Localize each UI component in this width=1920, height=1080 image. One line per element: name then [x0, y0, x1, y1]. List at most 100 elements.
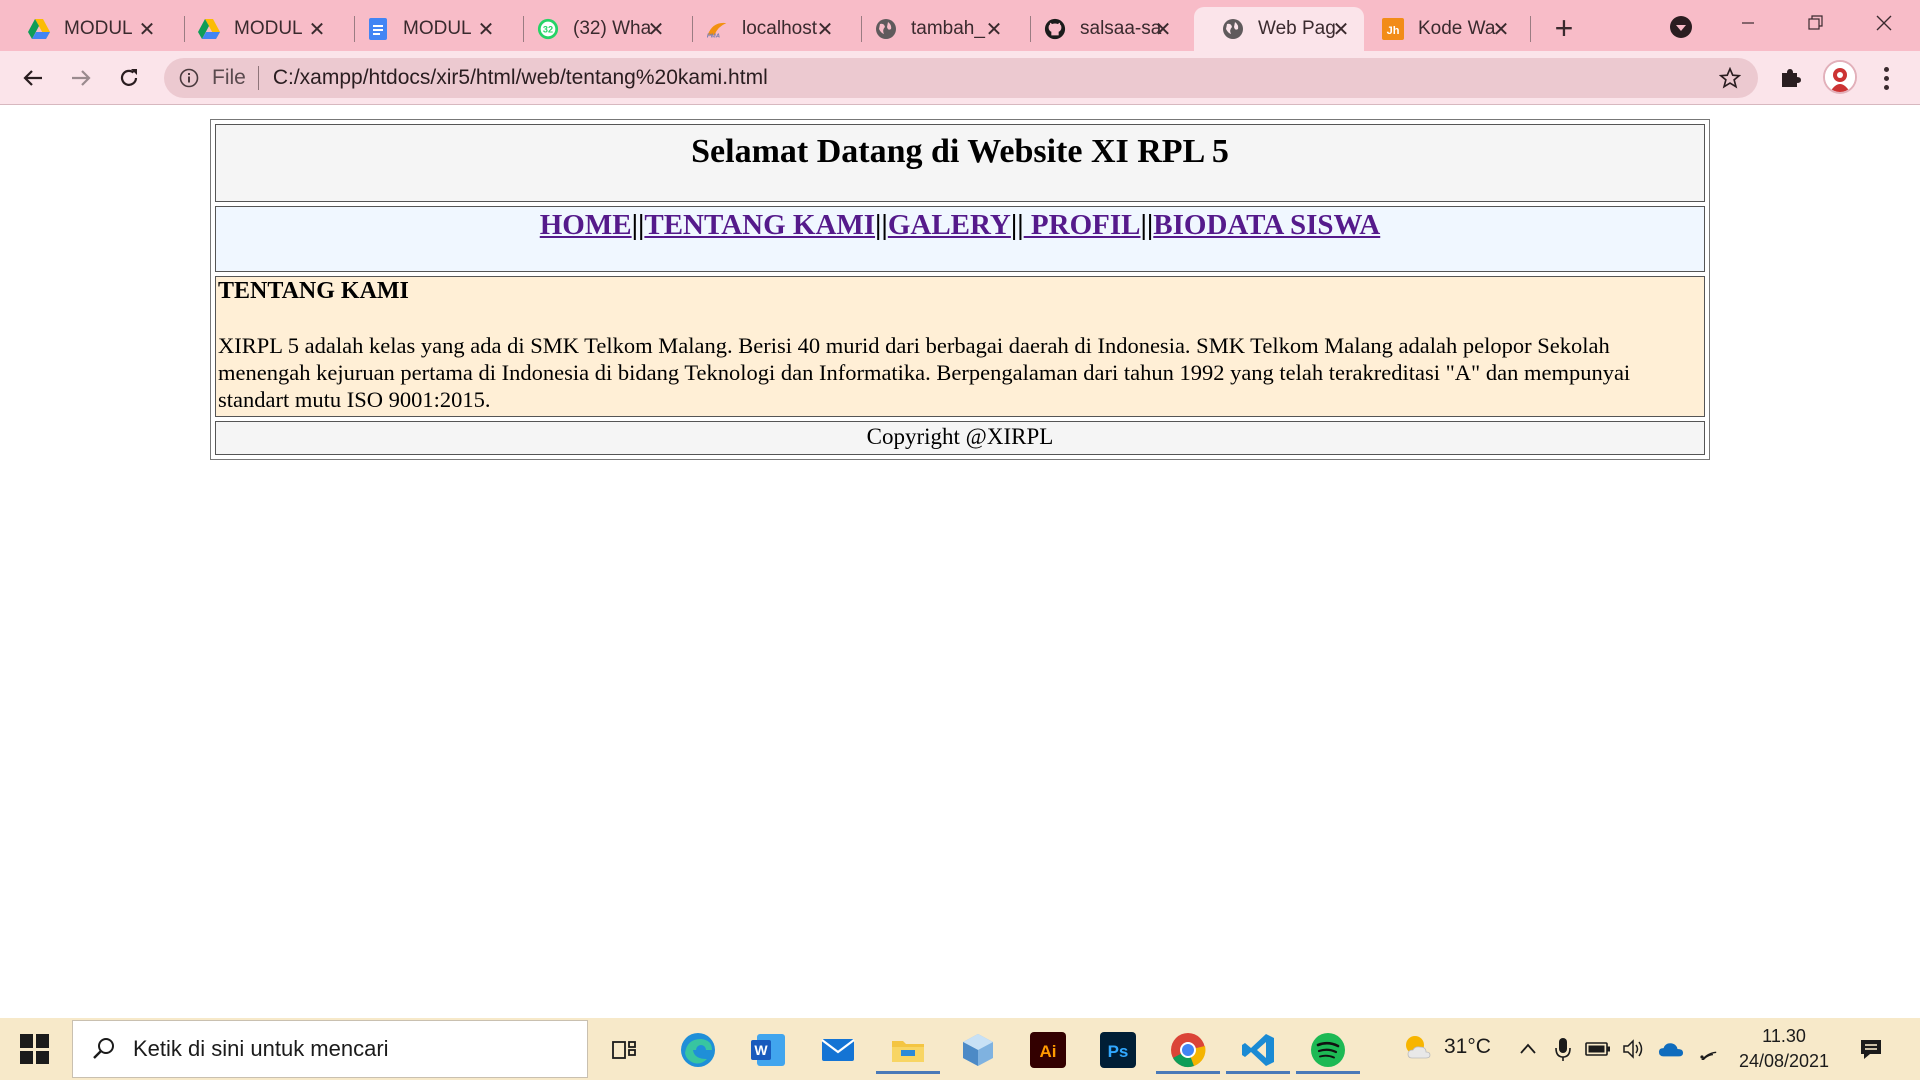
close-window-button[interactable]: [1864, 6, 1904, 40]
tab-modul-1[interactable]: MODUL ✕: [0, 7, 170, 51]
taskbar-search-box[interactable]: Ketik di sini untuk mencari: [72, 1020, 588, 1078]
restore-button[interactable]: [1796, 6, 1836, 40]
close-icon[interactable]: ✕: [1152, 18, 1174, 41]
close-icon[interactable]: ✕: [645, 18, 667, 41]
tab-web-page-active[interactable]: Web Pag ✕: [1194, 7, 1364, 51]
nav-link-profil[interactable]: PROFIL: [1024, 209, 1141, 241]
tab-kode-warna[interactable]: Jh Kode Wa ✕: [1354, 7, 1524, 51]
arrow-left-icon: [23, 70, 42, 86]
taskbar-app-spotify[interactable]: [1296, 1026, 1360, 1074]
close-icon[interactable]: ✕: [1490, 18, 1512, 41]
browser-toolbar: File C:/xampp/htdocs/xir5/html/web/tenta…: [0, 51, 1920, 105]
nav-separator: ||: [875, 209, 888, 241]
nav-link-biodata-siswa[interactable]: BIODATA SISWA: [1153, 209, 1380, 241]
search-placeholder: Ketik di sini untuk mencari: [133, 1036, 389, 1061]
new-tab-button[interactable]: +: [1546, 10, 1582, 46]
content-heading: TENTANG KAMI: [218, 278, 409, 304]
spotify-icon: [1311, 1033, 1345, 1067]
volume-icon[interactable]: [1621, 1036, 1647, 1062]
onedrive-cloud-icon[interactable]: [1658, 1036, 1684, 1062]
menu-dot: [1883, 66, 1889, 72]
minimize-button[interactable]: [1728, 6, 1768, 40]
page-title: Selamat Datang di Website XI RPL 5: [691, 133, 1229, 170]
taskbar-app-vscode[interactable]: [1226, 1026, 1290, 1074]
taskbar-app-word[interactable]: W: [744, 1026, 792, 1074]
url-text[interactable]: C:/xampp/htdocs/xir5/html/web/tentang%20…: [273, 66, 768, 90]
windows-logo-icon: [36, 1034, 49, 1048]
tab-modul-3[interactable]: MODUL ✕: [339, 7, 509, 51]
nav-cell: HOME||TENTANG KAMI||GALERY|| PROFIL||BIO…: [215, 206, 1705, 272]
phpmyadmin-icon: PMA: [706, 18, 728, 40]
task-view-button[interactable]: [600, 1026, 648, 1074]
svg-text:32: 32: [543, 25, 553, 35]
url-scheme-label: File: [212, 66, 246, 89]
vscode-icon: [1242, 1034, 1274, 1066]
photoshop-icon: Ps: [1100, 1032, 1136, 1068]
address-bar[interactable]: File C:/xampp/htdocs/xir5/html/web/tenta…: [164, 58, 1758, 98]
close-icon: [1876, 15, 1892, 31]
active-app-indicator: [876, 1071, 940, 1074]
word-icon: W: [751, 1034, 785, 1066]
windows-logo-icon: [36, 1050, 49, 1064]
system-clock[interactable]: 11.30 24/08/2021: [1730, 1024, 1838, 1074]
search-icon: [89, 1034, 119, 1064]
reload-icon: [120, 69, 138, 86]
nav-link-home[interactable]: HOME: [540, 209, 632, 241]
taskbar-app-file-explorer[interactable]: [876, 1026, 940, 1074]
nav-link-galery[interactable]: GALERY: [888, 209, 1011, 241]
close-icon[interactable]: ✕: [475, 18, 497, 41]
google-docs-icon: [367, 18, 389, 40]
extensions-puzzle-icon[interactable]: [1775, 63, 1805, 93]
tab-github[interactable]: salsaa-sa ✕: [1016, 7, 1186, 51]
close-icon[interactable]: ✕: [136, 18, 158, 41]
info-icon[interactable]: [178, 67, 200, 89]
weather-temperature: 31°C: [1444, 1035, 1491, 1058]
partly-sunny-icon: [1406, 1036, 1431, 1059]
notification-icon: [1861, 1040, 1881, 1059]
github-icon: [1044, 18, 1066, 40]
illustrator-icon: Ai: [1030, 1032, 1066, 1068]
edge-icon: [681, 1033, 715, 1067]
start-button[interactable]: [20, 1034, 50, 1064]
wifi-icon[interactable]: [1695, 1036, 1721, 1062]
forward-button[interactable]: [64, 61, 98, 95]
html-code-icon: Jh: [1382, 18, 1404, 40]
tab-search-button[interactable]: [1666, 12, 1696, 42]
tab-tambah[interactable]: tambah_ ✕: [847, 7, 1017, 51]
close-icon[interactable]: ✕: [814, 18, 836, 41]
mail-icon: [821, 1039, 855, 1061]
content-paragraph: XIRPL 5 adalah kelas yang ada di SMK Tel…: [218, 333, 1631, 412]
taskbar-app-mail[interactable]: [814, 1026, 862, 1074]
minimize-icon: [1742, 22, 1754, 24]
taskbar-app-photoshop[interactable]: Ps: [1094, 1026, 1142, 1074]
back-button[interactable]: [16, 61, 50, 95]
taskbar-app-edge[interactable]: [674, 1026, 722, 1074]
close-icon[interactable]: ✕: [1330, 18, 1352, 41]
tab-modul-2[interactable]: MODUL ✕: [170, 7, 340, 51]
bookmark-star-icon[interactable]: [1718, 66, 1742, 90]
globe-icon: [875, 18, 897, 40]
browser-tab-strip: MODUL ✕ MODUL ✕ MODUL ✕ 32 (32) Wha ✕ PM…: [0, 0, 1920, 51]
svg-text:PMA: PMA: [707, 33, 720, 39]
close-icon[interactable]: ✕: [306, 18, 328, 41]
profile-avatar[interactable]: [1823, 60, 1857, 94]
taskbar-app-chrome[interactable]: [1156, 1026, 1220, 1074]
close-icon[interactable]: ✕: [983, 18, 1005, 41]
show-hidden-icons-button[interactable]: [1515, 1036, 1541, 1062]
notification-center-button[interactable]: [1856, 1034, 1886, 1064]
taskbar-app-3d-viewer[interactable]: [954, 1026, 1002, 1074]
chevron-up-icon: [1520, 1043, 1536, 1054]
tab-whatsapp[interactable]: 32 (32) Wha ✕: [509, 7, 679, 51]
nav-link-tentang-kami[interactable]: TENTANG KAMI: [644, 209, 875, 241]
taskbar-app-illustrator[interactable]: Ai: [1024, 1026, 1072, 1074]
tab-localhost[interactable]: PMA localhost ✕: [678, 7, 848, 51]
battery-icon[interactable]: [1585, 1036, 1611, 1062]
reload-button[interactable]: [112, 61, 146, 95]
3d-viewer-icon: [963, 1034, 993, 1066]
weather-widget[interactable]: 31°C: [1402, 1032, 1491, 1062]
task-view-icon: [612, 1041, 636, 1059]
page-viewport: Selamat Datang di Website XI RPL 5 HOME |…: [0, 106, 1920, 1018]
browser-menu-button[interactable]: [1874, 63, 1898, 93]
microphone-icon[interactable]: [1550, 1036, 1576, 1062]
chrome-icon: [1171, 1033, 1206, 1068]
